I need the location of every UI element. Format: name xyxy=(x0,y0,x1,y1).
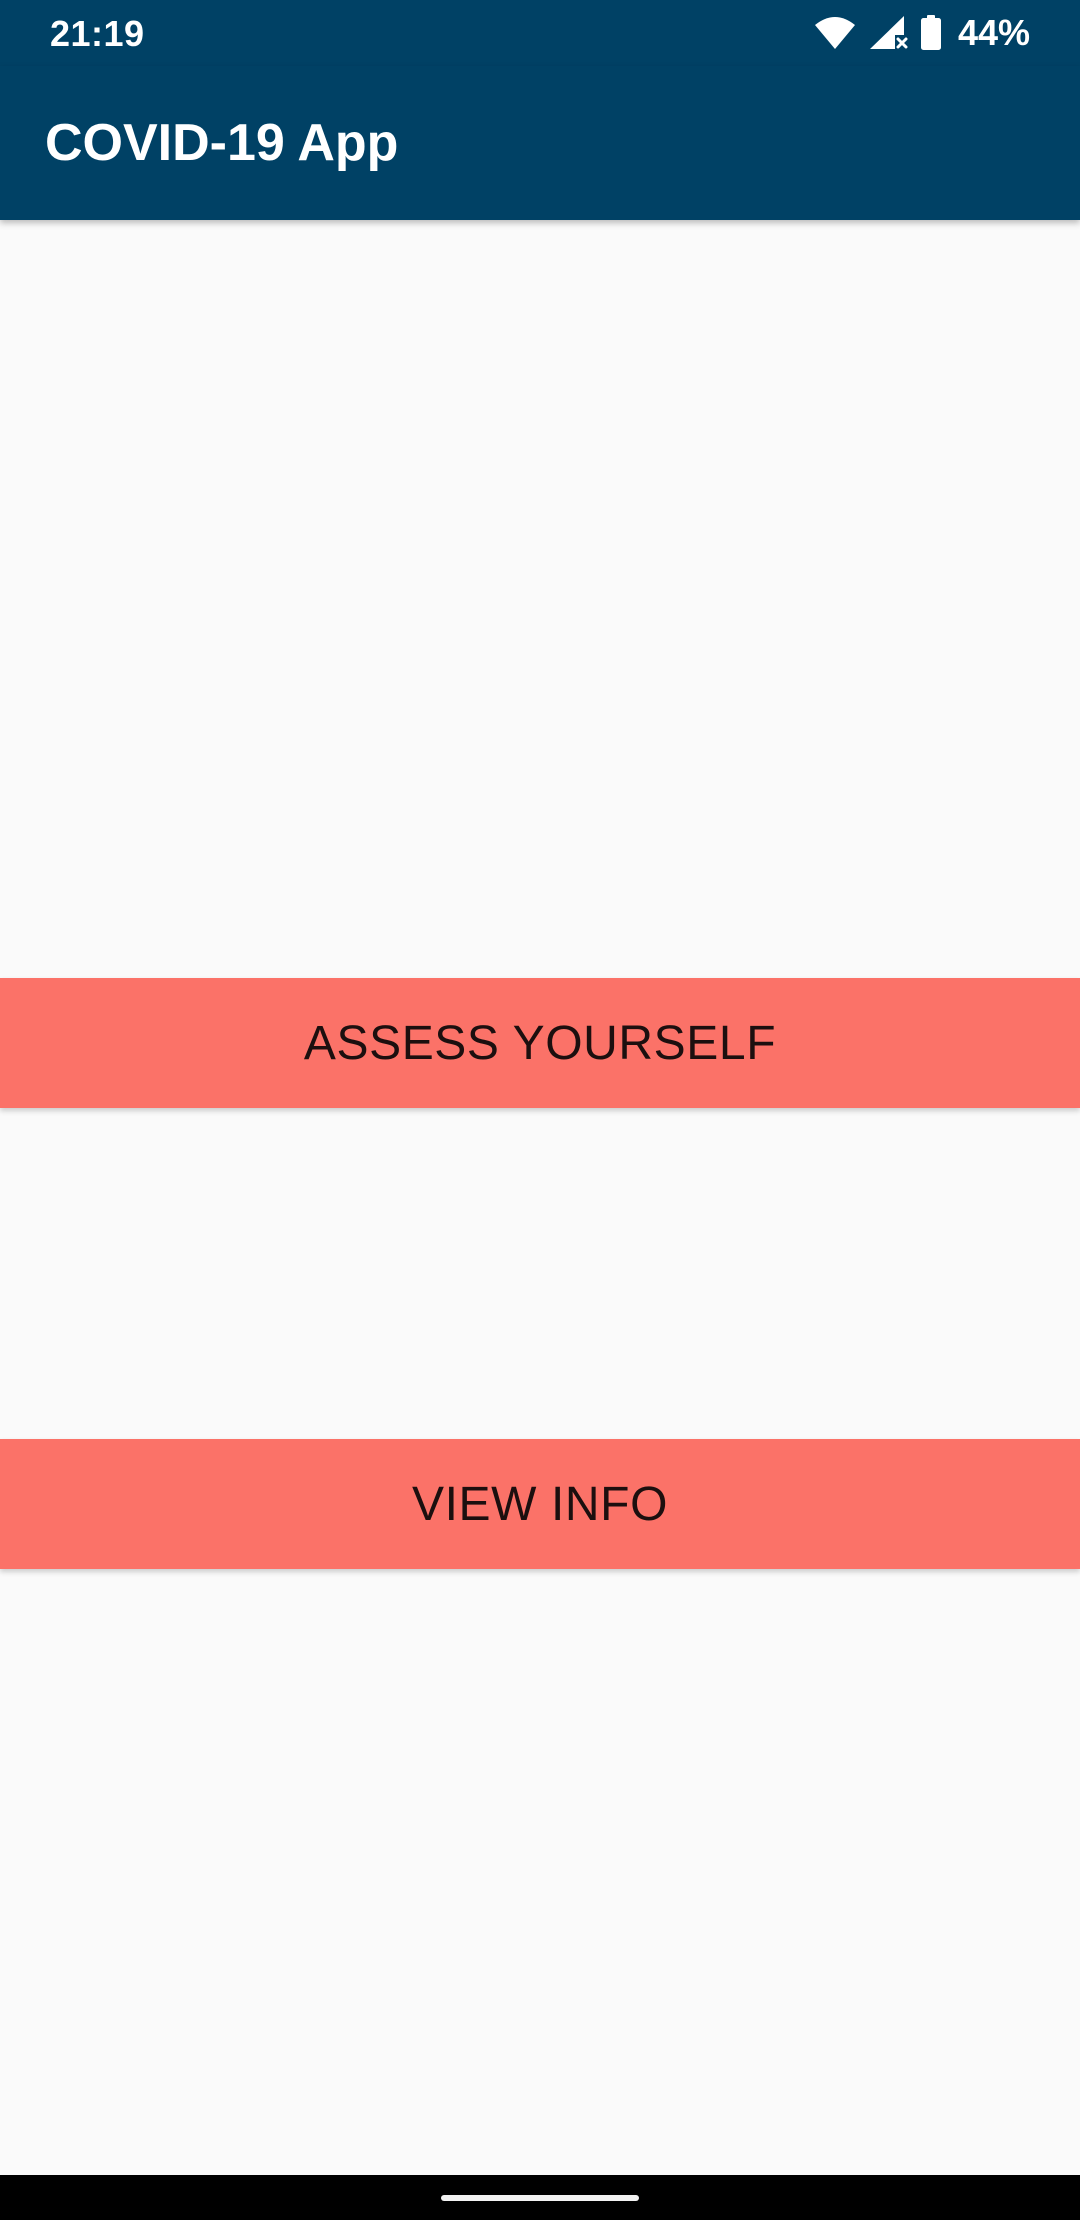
wifi-icon xyxy=(814,16,856,50)
view-info-button[interactable]: VIEW INFO xyxy=(0,1439,1080,1569)
app-bar: COVID-19 App xyxy=(0,66,1080,220)
status-time: 21:19 xyxy=(50,13,145,54)
status-icons: 44% xyxy=(814,12,1030,54)
battery-percent: 44% xyxy=(957,12,1030,53)
navigation-bar xyxy=(0,2175,1080,2220)
cell-signal-no-service-icon xyxy=(868,15,908,51)
status-bar: 21:19 44% xyxy=(0,0,1080,66)
battery-icon xyxy=(920,15,942,51)
screen: 21:19 44% COVID-19 App ASSESS YOURSELF V… xyxy=(0,0,1080,2220)
assess-yourself-button[interactable]: ASSESS YOURSELF xyxy=(0,978,1080,1108)
home-gesture-handle[interactable] xyxy=(441,2195,639,2201)
app-title: COVID-19 App xyxy=(45,114,399,172)
